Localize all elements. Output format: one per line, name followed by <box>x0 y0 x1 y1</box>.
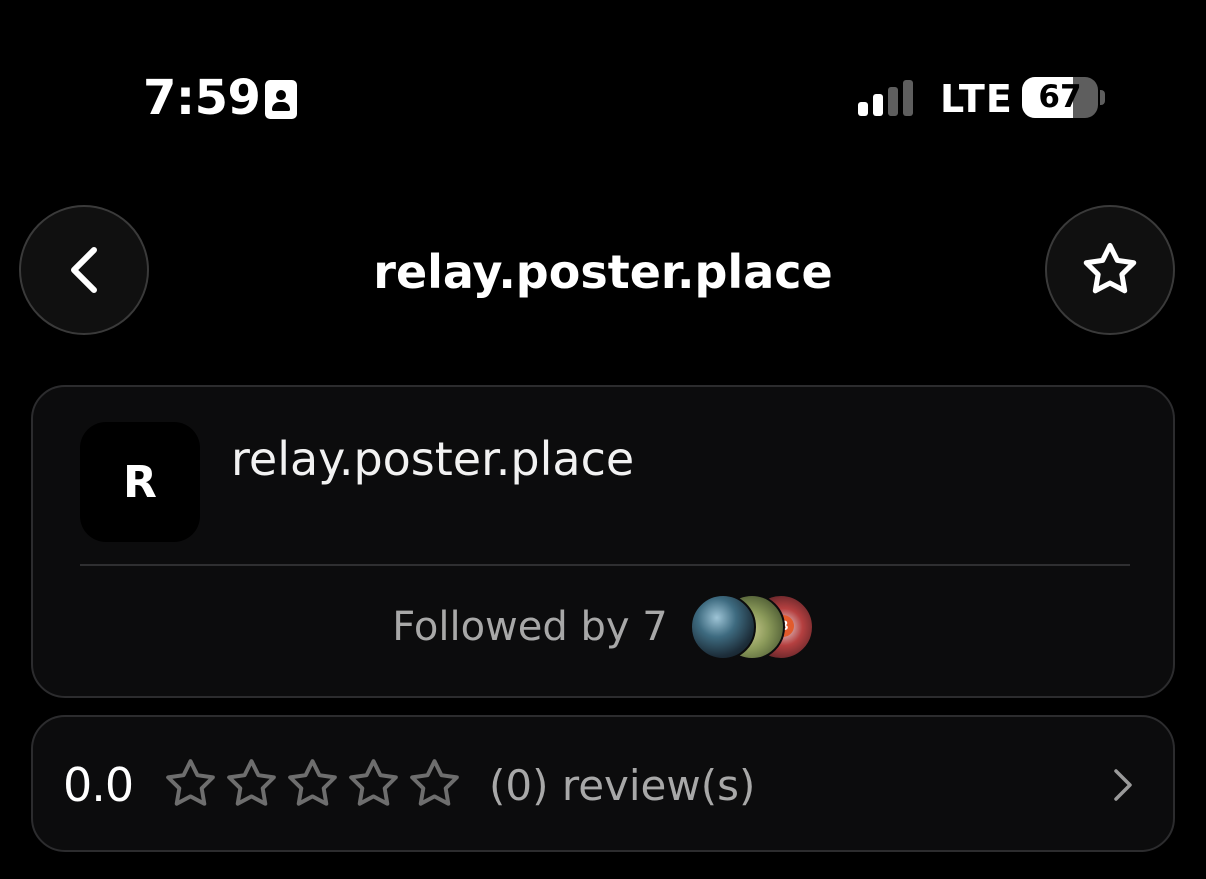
page-title: relay.poster.place <box>373 245 833 299</box>
relay-name: relay.poster.place <box>231 432 635 486</box>
star-outline-icon <box>227 759 276 806</box>
followed-by-label: Followed by 7 <box>392 604 668 650</box>
review-count: (0) review(s) <box>489 761 756 810</box>
star-outline-icon <box>349 759 398 806</box>
follower-avatar <box>689 594 756 660</box>
reviews-row[interactable]: 0.0 (0) review(s) <box>31 715 1175 852</box>
relay-info-card: R relay.poster.place Followed by 7 ₿ <box>31 385 1175 698</box>
screen: 7:59 LTE 67 relay.poster.place R relay.p… <box>0 0 1206 879</box>
follower-avatars[interactable]: ₿ <box>689 594 814 660</box>
back-button[interactable] <box>19 205 149 335</box>
cellular-signal-icon <box>858 80 918 116</box>
star-outline-icon <box>1083 242 1137 294</box>
divider <box>80 564 1130 566</box>
followed-by-row[interactable]: Followed by 7 ₿ <box>33 592 1173 662</box>
star-outline-icon <box>166 759 215 806</box>
relay-avatar: R <box>80 422 200 542</box>
chevron-right-icon <box>1114 769 1132 801</box>
favorite-button[interactable] <box>1045 205 1175 335</box>
status-time: 7:59 <box>143 70 261 126</box>
chevron-left-icon <box>71 247 97 293</box>
battery-icon: 67 <box>1022 77 1098 118</box>
rating-value: 0.0 <box>63 758 134 812</box>
rating-stars <box>161 755 464 814</box>
battery-tip <box>1100 90 1105 105</box>
star-outline-icon <box>410 759 459 806</box>
network-type: LTE <box>940 77 1013 121</box>
star-outline-icon <box>288 759 337 806</box>
battery-percent: 67 <box>1038 79 1082 115</box>
contact-card-icon <box>265 80 297 119</box>
